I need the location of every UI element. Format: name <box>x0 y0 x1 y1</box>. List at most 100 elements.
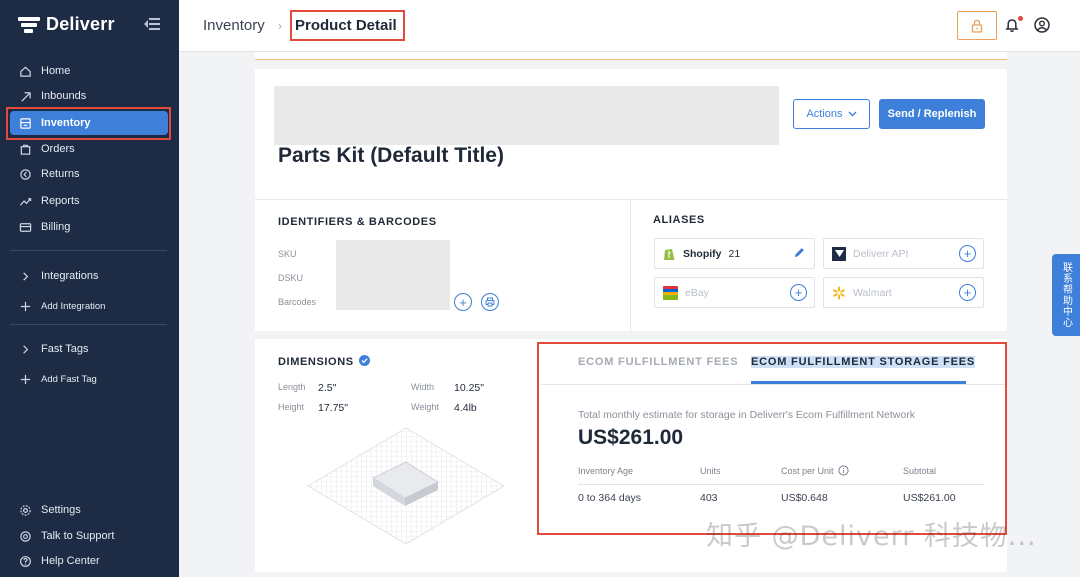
lock-button[interactable] <box>957 11 997 40</box>
sidebar-item-label: Returns <box>41 168 80 180</box>
print-barcode-button[interactable] <box>481 293 499 311</box>
sidebar-item-label: Fast Tags <box>41 343 89 355</box>
sidebar-item-talk-to-support[interactable]: Talk to Support <box>10 524 168 548</box>
sidebar-item-fast-tags[interactable]: Fast Tags <box>10 337 168 361</box>
sidebar-item-help-center[interactable]: Help Center <box>10 549 168 573</box>
help-center-tab[interactable]: 联系帮助中心 <box>1052 254 1080 336</box>
billing-icon <box>19 221 32 234</box>
length-label: Length <box>278 382 306 392</box>
tabs-divider <box>541 384 1005 385</box>
add-fast-tag-link[interactable]: Add Fast Tag <box>10 367 168 391</box>
plus-icon: + <box>963 246 972 261</box>
dimensions-illustration <box>307 427 505 545</box>
aliases-heading: ALIASES <box>653 214 705 226</box>
table-cell: US$0.648 <box>781 492 828 504</box>
product-title: Parts Kit (Default Title) <box>278 144 504 167</box>
sidebar-item-settings[interactable]: Settings <box>10 498 168 522</box>
barcodes-label: Barcodes <box>278 297 317 307</box>
plus-icon: + <box>794 285 803 300</box>
chevron-right-icon <box>19 343 32 356</box>
sidebar-item-returns[interactable]: Returns <box>10 162 168 186</box>
alias-name: Deliverr API <box>853 247 909 260</box>
info-icon[interactable] <box>838 465 849 476</box>
storage-estimate-value: US$261.00 <box>578 426 684 449</box>
lock-icon <box>971 19 983 33</box>
height-value: 17.75" <box>318 402 349 414</box>
add-barcode-button[interactable]: + <box>454 293 472 311</box>
deliverr-api-icon <box>832 246 846 261</box>
sidebar-item-label: Billing <box>41 221 71 233</box>
card-divider <box>630 200 631 331</box>
identifiers-values-placeholder <box>336 240 450 310</box>
alias-deliverr-api[interactable]: Deliverr API + <box>823 238 984 269</box>
table-cell: 403 <box>700 492 718 504</box>
tab-ecom-fulfillment-storage-fees[interactable]: ECOM FULFILLMENT STORAGE FEES <box>751 356 976 368</box>
returns-icon <box>19 168 32 181</box>
sidebar-item-label: Inbounds <box>41 90 87 102</box>
sidebar-item-inbounds[interactable]: Inbounds <box>10 84 168 108</box>
breadcrumb-inventory[interactable]: Inventory <box>203 17 265 34</box>
deliverr-logo-icon <box>18 16 40 34</box>
sidebar-divider <box>10 324 167 325</box>
breadcrumb-separator: › <box>278 19 282 33</box>
alias-ebay[interactable]: eBay + <box>654 277 815 308</box>
sidebar-item-label: Integrations <box>41 270 99 282</box>
table-cell: US$261.00 <box>903 492 956 504</box>
sidebar-item-label: Orders <box>41 143 75 155</box>
column-header: Subtotal <box>903 466 937 476</box>
table-cell: 0 to 364 days <box>578 492 642 504</box>
pencil-icon[interactable] <box>793 246 806 259</box>
send-replenish-button[interactable]: Send / Replenish <box>879 99 985 129</box>
sidebar-item-label: Add Fast Tag <box>41 373 97 385</box>
weight-value: 4.4lb <box>454 402 477 414</box>
add-alias-button[interactable]: + <box>959 284 976 301</box>
sidebar-item-label: Reports <box>41 195 80 207</box>
verified-icon <box>359 355 370 366</box>
width-value: 10.25" <box>454 382 485 394</box>
alias-walmart[interactable]: Walmart + <box>823 277 984 308</box>
inventory-highlight <box>6 107 171 140</box>
actions-dropdown[interactable]: Actions <box>793 99 870 129</box>
add-alias-button[interactable]: + <box>790 284 807 301</box>
sidebar-item-home[interactable]: Home <box>10 59 168 83</box>
brand-name: Deliverr <box>46 14 115 34</box>
inbounds-icon <box>19 90 32 103</box>
alias-name: Shopify <box>683 247 722 260</box>
actions-label: Actions <box>806 108 843 120</box>
sidebar-item-label: Help Center <box>41 555 100 567</box>
sidebar-item-label: Add Integration <box>41 300 106 312</box>
watermark: 知乎 @Deliverr 科技物... <box>706 521 1037 552</box>
column-header: Inventory Age <box>578 466 634 476</box>
column-header: Cost per Unit <box>781 466 834 476</box>
sidebar-item-label: Home <box>41 65 71 77</box>
plus-icon <box>19 373 32 386</box>
sidebar-item-billing[interactable]: Billing <box>10 215 168 239</box>
brand-logo[interactable]: Deliverr <box>18 14 115 35</box>
plus-icon: + <box>459 294 467 310</box>
alias-name: Walmart <box>853 286 892 299</box>
reports-icon <box>19 195 32 208</box>
notice-strip <box>255 52 1007 60</box>
plus-icon <box>19 300 32 313</box>
ebay-icon <box>663 285 678 300</box>
add-alias-button[interactable]: + <box>959 245 976 262</box>
sidebar-item-integrations[interactable]: Integrations <box>10 264 168 288</box>
sidebar-item-orders[interactable]: Orders <box>10 137 168 161</box>
account-icon[interactable] <box>1033 16 1051 34</box>
chevron-right-icon <box>19 270 32 283</box>
weight-label: Weight <box>411 402 439 412</box>
storage-estimate-label: Total monthly estimate for storage in De… <box>578 409 915 421</box>
sidebar-item-reports[interactable]: Reports <box>10 189 168 213</box>
chevron-down-icon <box>848 111 857 117</box>
dimensions-heading: DIMENSIONS <box>278 356 354 368</box>
collapse-sidebar-icon[interactable] <box>144 17 160 31</box>
dsku-label: DSKU <box>278 273 304 283</box>
table-header-divider <box>578 484 984 485</box>
tab-ecom-fulfillment-fees[interactable]: ECOM FULFILLMENT FEES <box>578 356 738 368</box>
length-value: 2.5" <box>318 382 337 394</box>
alias-name: eBay <box>685 286 709 299</box>
gear-icon <box>19 504 32 517</box>
walmart-icon <box>833 286 845 299</box>
alias-shopify[interactable]: Shopify 21 <box>654 238 815 269</box>
add-integration-link[interactable]: Add Integration <box>10 294 168 318</box>
